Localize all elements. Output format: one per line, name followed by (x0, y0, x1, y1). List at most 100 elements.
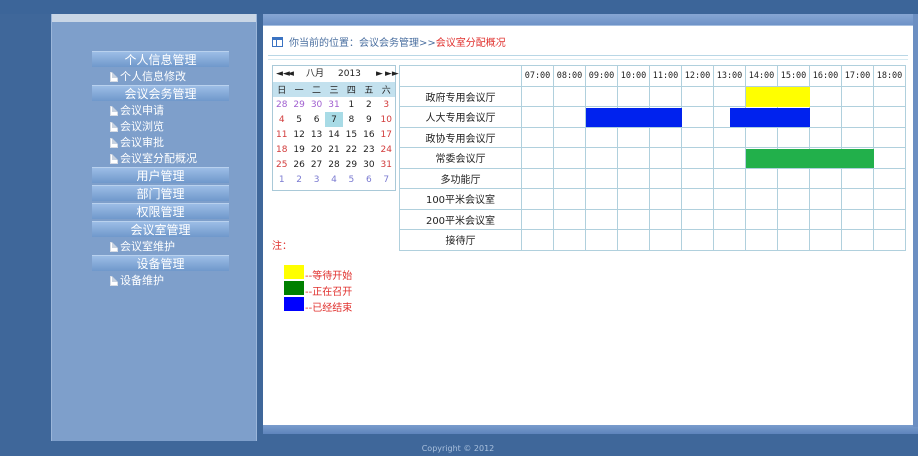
time-cell[interactable] (777, 229, 810, 251)
time-cell[interactable] (873, 106, 906, 128)
sidebar-menu-item[interactable]: 设备维护 (92, 273, 229, 289)
calendar-day[interactable]: 30 (308, 97, 325, 112)
calendar-day[interactable]: 16 (360, 127, 377, 142)
menu-section-header[interactable]: 设备管理 (92, 255, 229, 271)
calendar-day[interactable]: 3 (308, 172, 325, 187)
time-cell[interactable] (649, 85, 682, 107)
calendar-day[interactable]: 10 (378, 112, 395, 127)
time-cell[interactable] (617, 126, 650, 148)
calendar-day[interactable]: 15 (343, 127, 360, 142)
calendar-day[interactable]: 22 (343, 142, 360, 157)
calendar-day[interactable]: 1 (273, 172, 290, 187)
time-cell[interactable] (585, 147, 618, 169)
menu-section-header[interactable]: 会议室管理 (92, 221, 229, 237)
menu-section-header[interactable]: 个人信息管理 (92, 51, 229, 67)
booking-bar[interactable] (745, 87, 810, 107)
calendar-day[interactable]: 24 (378, 142, 395, 157)
time-cell[interactable] (841, 188, 874, 210)
time-cell[interactable] (553, 106, 586, 128)
time-cell[interactable] (873, 167, 906, 189)
time-cell[interactable] (585, 126, 618, 148)
time-cell[interactable] (681, 106, 714, 128)
time-cell[interactable] (649, 188, 682, 210)
time-cell[interactable] (713, 208, 746, 230)
time-cell[interactable] (841, 106, 874, 128)
calendar-day[interactable]: 14 (325, 127, 342, 142)
time-cell[interactable] (521, 188, 554, 210)
menu-section-header[interactable]: 部门管理 (92, 185, 229, 201)
time-cell[interactable] (521, 126, 554, 148)
time-cell[interactable] (873, 126, 906, 148)
calendar-day[interactable]: 31 (378, 157, 395, 172)
time-cell[interactable] (809, 208, 842, 230)
calendar-day[interactable]: 28 (325, 157, 342, 172)
sidebar-menu-item[interactable]: 个人信息修改 (92, 69, 229, 85)
time-cell[interactable] (745, 188, 778, 210)
time-cell[interactable] (777, 126, 810, 148)
time-cell[interactable] (681, 208, 714, 230)
time-cell[interactable] (777, 188, 810, 210)
time-cell[interactable] (585, 188, 618, 210)
calendar-day[interactable]: 4 (325, 172, 342, 187)
calendar-day[interactable]: 9 (360, 112, 377, 127)
calendar-day[interactable]: 28 (273, 97, 290, 112)
calendar-day[interactable]: 23 (360, 142, 377, 157)
time-cell[interactable] (553, 188, 586, 210)
time-cell[interactable] (713, 147, 746, 169)
time-cell[interactable] (521, 229, 554, 251)
time-cell[interactable] (841, 229, 874, 251)
time-cell[interactable] (521, 85, 554, 107)
calendar-day[interactable]: 12 (290, 127, 307, 142)
time-cell[interactable] (649, 208, 682, 230)
time-cell[interactable] (617, 229, 650, 251)
time-cell[interactable] (617, 85, 650, 107)
time-cell[interactable] (841, 126, 874, 148)
time-cell[interactable] (521, 208, 554, 230)
calendar-day[interactable]: 7 (325, 112, 343, 127)
menu-section-header[interactable]: 会议会务管理 (92, 85, 229, 101)
time-cell[interactable] (553, 208, 586, 230)
time-cell[interactable] (585, 85, 618, 107)
time-cell[interactable] (681, 126, 714, 148)
time-cell[interactable] (553, 147, 586, 169)
time-cell[interactable] (777, 167, 810, 189)
time-cell[interactable] (521, 167, 554, 189)
time-cell[interactable] (713, 229, 746, 251)
time-cell[interactable] (873, 85, 906, 107)
time-cell[interactable] (841, 167, 874, 189)
calendar-day[interactable]: 26 (290, 157, 307, 172)
calendar-day[interactable]: 7 (378, 172, 395, 187)
scrollbar[interactable] (913, 14, 918, 427)
time-cell[interactable] (521, 147, 554, 169)
time-cell[interactable] (553, 85, 586, 107)
time-cell[interactable] (553, 126, 586, 148)
sidebar-menu-item[interactable]: 会议浏览 (92, 119, 229, 135)
time-cell[interactable] (873, 188, 906, 210)
menu-section-header[interactable]: 用户管理 (92, 167, 229, 183)
booking-bar[interactable] (745, 148, 874, 168)
time-cell[interactable] (745, 126, 778, 148)
time-cell[interactable] (681, 147, 714, 169)
time-cell[interactable] (649, 229, 682, 251)
time-cell[interactable] (681, 85, 714, 107)
time-cell[interactable] (681, 167, 714, 189)
time-cell[interactable] (617, 167, 650, 189)
sidebar-menu-item[interactable]: 会议申请 (92, 103, 229, 119)
time-cell[interactable] (617, 208, 650, 230)
time-cell[interactable] (585, 167, 618, 189)
calendar-day[interactable]: 11 (273, 127, 290, 142)
time-cell[interactable] (873, 229, 906, 251)
time-cell[interactable] (521, 106, 554, 128)
time-cell[interactable] (681, 188, 714, 210)
time-cell[interactable] (809, 167, 842, 189)
sidebar-menu-item[interactable]: 会议审批 (92, 135, 229, 151)
time-cell[interactable] (809, 106, 842, 128)
time-cell[interactable] (585, 208, 618, 230)
time-cell[interactable] (649, 147, 682, 169)
sidebar-menu-item[interactable]: 会议室维护 (92, 239, 229, 255)
calendar-day[interactable]: 17 (378, 127, 395, 142)
time-cell[interactable] (809, 85, 842, 107)
calendar-day[interactable]: 20 (308, 142, 325, 157)
calendar-day[interactable]: 21 (325, 142, 342, 157)
calendar-day[interactable]: 13 (308, 127, 325, 142)
